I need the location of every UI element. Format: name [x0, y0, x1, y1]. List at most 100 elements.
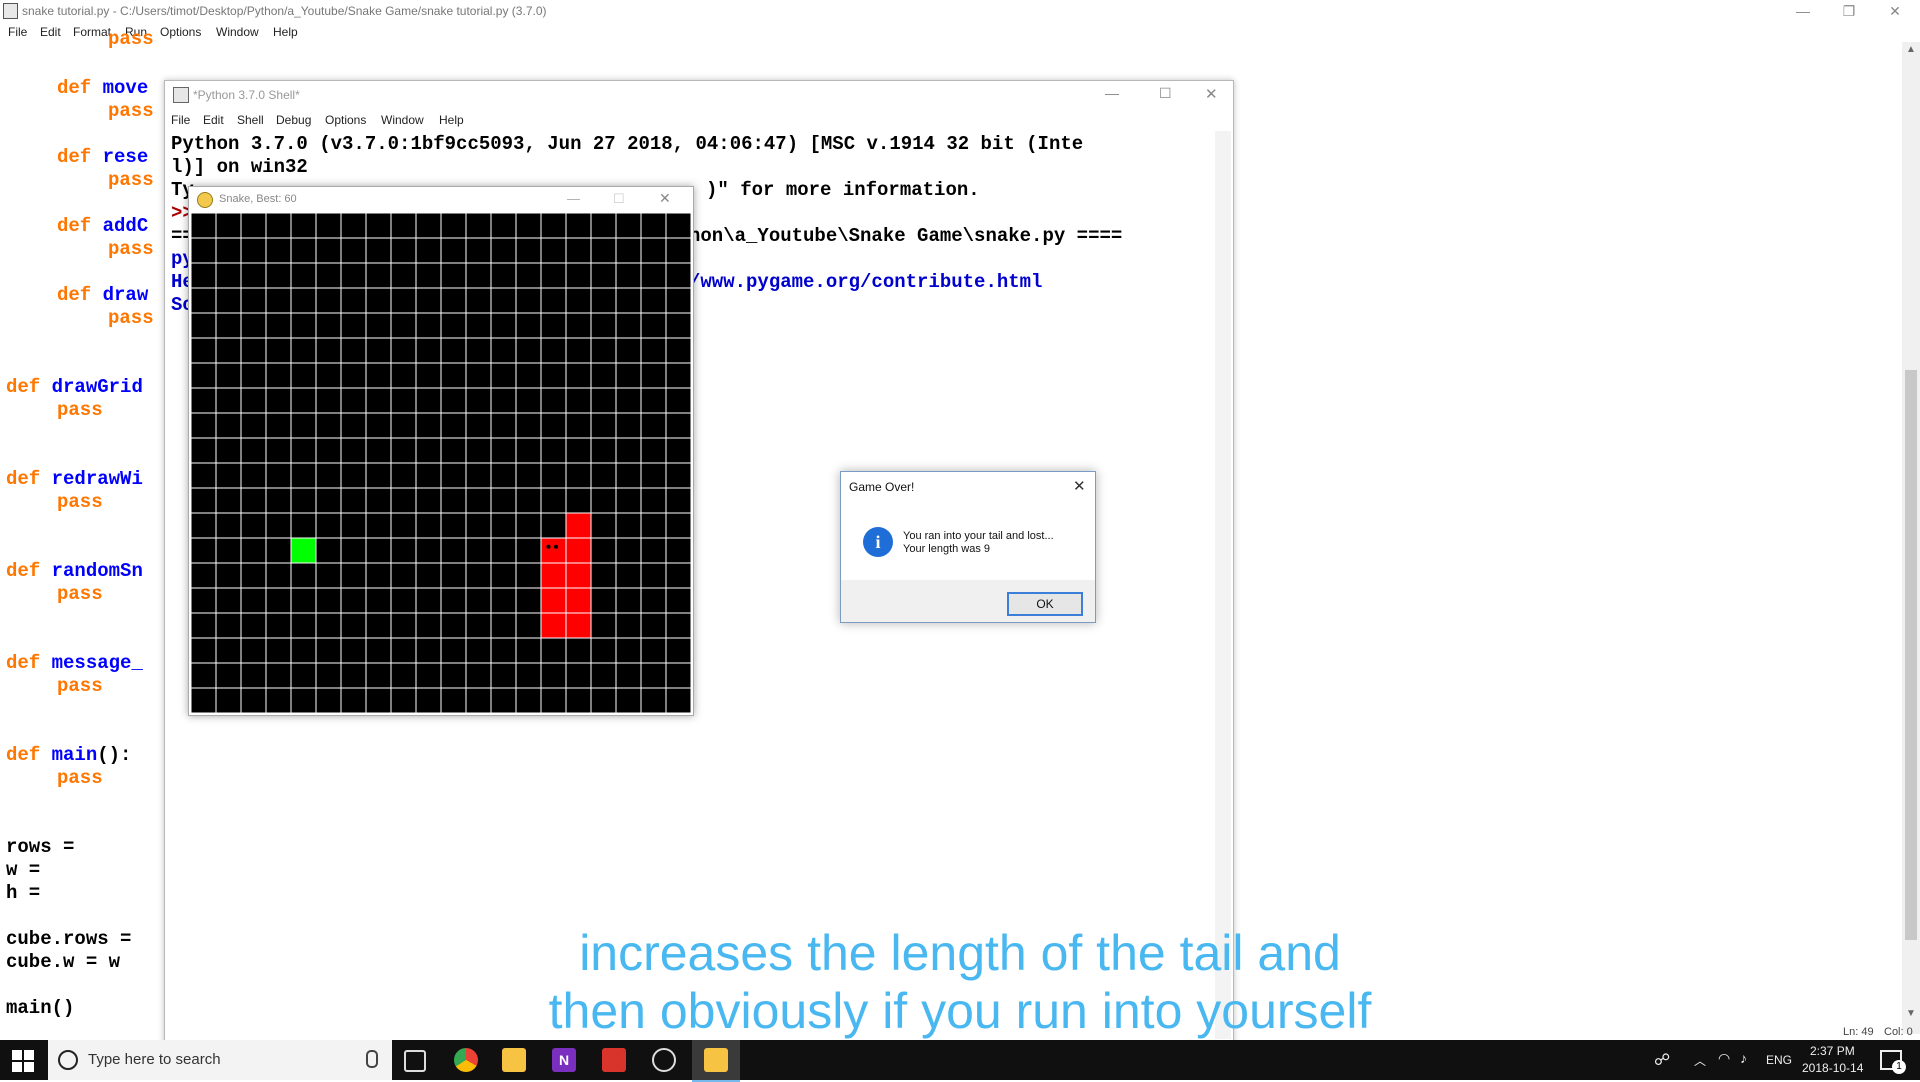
code-line: pass	[108, 28, 154, 50]
snake-minimize-button[interactable]: —	[567, 191, 580, 206]
code-line: rows =	[6, 836, 75, 858]
shell-menu-options[interactable]: Options	[325, 113, 366, 127]
shell-output-fragment: /www.pygame.org/contribute.html	[689, 271, 1043, 293]
microphone-icon[interactable]	[366, 1050, 378, 1068]
scroll-up-icon[interactable]: ▲	[1906, 44, 1916, 55]
snake-eye	[554, 544, 558, 549]
shell-menu-debug[interactable]: Debug	[276, 113, 311, 127]
restore-button[interactable]: ❐	[1826, 0, 1872, 22]
menu-edit[interactable]: Edit	[40, 25, 61, 39]
people-icon[interactable]: ☍	[1654, 1050, 1670, 1070]
code-line: def main():	[6, 744, 132, 766]
game-over-dialog[interactable]: Game Over! ✕ i You ran into your tail an…	[840, 471, 1096, 623]
snake-body-cube	[541, 613, 566, 638]
snack-cube	[291, 538, 316, 563]
shell-close-button[interactable]: ✕	[1205, 85, 1218, 103]
obs-icon[interactable]	[652, 1048, 676, 1072]
shell-menu-help[interactable]: Help	[439, 113, 464, 127]
shell-menu-edit[interactable]: Edit	[203, 113, 224, 127]
snake-eye	[546, 544, 551, 549]
shell-minimize-button[interactable]: —	[1105, 85, 1119, 101]
code-line: h =	[6, 882, 41, 904]
snake-body-cube	[566, 588, 591, 613]
snake-body-cube	[566, 513, 591, 538]
snake-body-cube	[566, 538, 591, 563]
chrome-icon[interactable]	[454, 1048, 478, 1072]
clock-time[interactable]: 2:37 PM	[1810, 1044, 1855, 1058]
task-view-icon[interactable]	[404, 1050, 426, 1072]
menu-help[interactable]: Help	[273, 25, 298, 39]
dialog-message-line1: You ran into your tail and lost...	[903, 530, 1054, 542]
code-line: pass	[57, 767, 103, 789]
code-line: pass	[57, 399, 103, 421]
code-line: w =	[6, 859, 41, 881]
minimize-button[interactable]: —	[1780, 0, 1826, 22]
shell-menu-file[interactable]: File	[171, 113, 190, 127]
menu-format[interactable]: Format	[73, 25, 111, 39]
snake-body-cube	[541, 563, 566, 588]
snake-close-button[interactable]: ✕	[659, 190, 671, 207]
snake-game-board	[191, 213, 691, 713]
code-line: pass	[57, 491, 103, 513]
chevron-up-icon[interactable]: ︿	[1694, 1052, 1706, 1069]
code-line: def draw	[57, 284, 149, 306]
shell-output-line: Python 3.7.0 (v3.7.0:1bf9cc5093, Jun 27 …	[171, 133, 1084, 155]
search-box[interactable]: Type here to search	[48, 1040, 392, 1080]
windows-start-icon[interactable]	[12, 1050, 34, 1072]
dialog-close-icon[interactable]: ✕	[1073, 477, 1086, 495]
onenote-icon[interactable]: N	[552, 1048, 576, 1072]
shell-output-fragment: )" for more information.	[706, 179, 980, 201]
file-explorer-icon[interactable]	[502, 1048, 526, 1072]
language-indicator[interactable]: ENG	[1766, 1053, 1792, 1067]
close-button[interactable]: ✕	[1872, 0, 1918, 22]
shell-title: *Python 3.7.0 Shell*	[193, 88, 300, 102]
dialog-title: Game Over!	[849, 480, 915, 494]
code-line: def move	[57, 77, 149, 99]
code-line: pass	[108, 238, 154, 260]
snake-game-window[interactable]: Snake, Best: 60 — ☐ ✕	[188, 186, 694, 716]
shell-scrollbar[interactable]	[1215, 131, 1231, 1039]
code-line: def message_	[6, 652, 143, 674]
snake-window-title: Snake, Best: 60	[219, 193, 297, 205]
shell-maximize-button[interactable]: ☐	[1159, 85, 1172, 102]
taskbar: Type here to search N ☍ ︿ ◠ ♪ ENG 2:37 P…	[0, 1040, 1920, 1082]
pygame-icon	[197, 192, 213, 208]
editor-menubar: File Edit Format Run Options Window Help	[0, 22, 1920, 42]
idle-icon[interactable]	[704, 1048, 728, 1072]
idle-shell-icon	[173, 87, 189, 103]
code-line: pass	[57, 675, 103, 697]
snake-body-cube	[566, 563, 591, 588]
shell-menu-shell[interactable]: Shell	[237, 113, 264, 127]
idle-app-icon	[3, 3, 18, 19]
snake-body-cube	[541, 538, 566, 563]
notification-count: 1	[1892, 1060, 1906, 1074]
code-line: pass	[108, 169, 154, 191]
editor-scrollbar-thumb[interactable]	[1905, 370, 1917, 940]
code-line: def randomSn	[6, 560, 143, 582]
code-line: pass	[108, 100, 154, 122]
subtitle-line1: increases the length of the tail and	[579, 925, 1341, 981]
shell-menu-window[interactable]: Window	[381, 113, 424, 127]
network-icon[interactable]: ◠	[1718, 1050, 1730, 1067]
code-line: def rese	[57, 146, 149, 168]
snake-body-cube	[541, 588, 566, 613]
subtitle-line2: then obviously if you run into yourself	[548, 983, 1372, 1039]
ok-button[interactable]: OK	[1007, 592, 1083, 616]
editor-title: snake tutorial.py - C:/Users/timot/Deskt…	[22, 4, 547, 18]
menu-window[interactable]: Window	[216, 25, 259, 39]
menu-options[interactable]: Options	[160, 25, 201, 39]
snake-body-cube	[566, 613, 591, 638]
shell-output-line: l)] on win32	[171, 156, 308, 178]
dialog-message-line2: Your length was 9	[903, 543, 991, 555]
menu-file[interactable]: File	[8, 25, 27, 39]
code-line: def drawGrid	[6, 376, 143, 398]
code-line: def addC	[57, 215, 149, 237]
clock-date[interactable]: 2018-10-14	[1802, 1061, 1863, 1075]
search-placeholder: Type here to search	[88, 1051, 221, 1068]
volume-icon[interactable]: ♪	[1740, 1050, 1747, 1066]
search-icon	[58, 1050, 78, 1070]
code-line: pass	[108, 307, 154, 329]
info-icon: i	[863, 527, 893, 557]
code-line: def redrawWi	[6, 468, 143, 490]
acrobat-icon[interactable]	[602, 1048, 626, 1072]
